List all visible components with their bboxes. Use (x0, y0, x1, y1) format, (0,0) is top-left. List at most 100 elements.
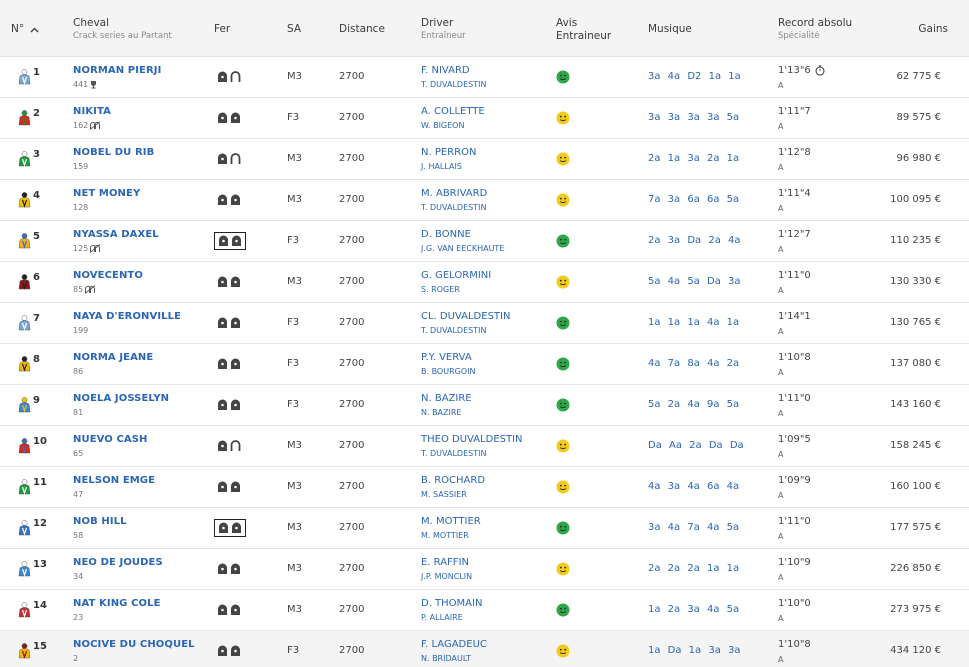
driver-link[interactable]: THEO DUVALDESTIN (421, 434, 523, 445)
fer-header[interactable]: Fer (214, 23, 230, 36)
musique-link[interactable]: 5a 4a 5a Da 3a (648, 276, 741, 287)
gains-header[interactable]: Gains (918, 23, 948, 36)
musique-link[interactable]: 2a 2a 2a 1a 1a (648, 563, 739, 574)
avis-neutral-icon (556, 644, 570, 658)
table-row[interactable]: 2 NIKITA 162 F3 2700 A. COLLETTE W. BIGE… (0, 98, 969, 139)
horse-name-link[interactable]: NELSON EMGE (73, 475, 155, 486)
table-row[interactable]: 12 NOB HILL 58 M3 2700 M. MOTTIER M. MOT… (0, 508, 969, 549)
table-row[interactable]: 3 NOBEL DU RIB 159 M3 2700 N. PERRON J. … (0, 139, 969, 180)
trainer-link[interactable]: W. BIGEON (421, 121, 464, 130)
trainer-link[interactable]: T. DUVALDESTIN (421, 326, 486, 335)
driver-link[interactable]: A. COLLETTE (421, 106, 485, 117)
musique-link[interactable]: 1a Da 1a 3a 3a (648, 645, 741, 656)
driver-link[interactable]: B. ROCHARD (421, 475, 485, 486)
table-row[interactable]: 13 NEO DE JOUDES 34 M3 2700 E. RAFFIN J.… (0, 549, 969, 590)
musique-link[interactable]: Da Aa 2a Da Da (648, 440, 744, 451)
driver-link[interactable]: CL. DUVALDESTIN (421, 311, 510, 322)
musique-header[interactable]: Musique (648, 23, 692, 36)
record-time: 1'12"7 (778, 229, 815, 240)
cheval-header[interactable]: Cheval Crack series au Partant (73, 17, 172, 43)
trainer-link[interactable]: T. DUVALDESTIN (421, 203, 486, 212)
musique-link[interactable]: 2a 1a 3a 2a 1a (648, 153, 739, 164)
table-row[interactable]: 10 NUEVO CASH 65 M3 2700 THEO DUVALDESTI… (0, 426, 969, 467)
trainer-link[interactable]: J.P. MONCLIN (421, 572, 472, 581)
horse-meta: 128 (73, 203, 89, 212)
musique-link[interactable]: 1a 1a 1a 4a 1a (648, 317, 739, 328)
record-time: 1'11"0 (778, 393, 815, 404)
table-row[interactable]: 6 NOVECENTO 85 M3 2700 G. GELORMINI S. R… (0, 262, 969, 303)
table-row[interactable]: 9 NOELA JOSSELYN 81 F3 2700 N. BAZIRE N.… (0, 385, 969, 426)
musique-link[interactable]: 3a 3a 3a 3a 5a (648, 112, 739, 123)
table-row[interactable]: 4 NET MONEY 128 M3 2700 M. ABRIVARD T. D… (0, 180, 969, 221)
speciality: A (778, 286, 784, 295)
musique-link[interactable]: 3a 4a 7a 4a 5a (648, 522, 739, 533)
shoe-closed-icon (232, 235, 241, 246)
table-row[interactable]: 14 NAT KING COLE 23 M3 2700 D. THOMAIN P… (0, 590, 969, 631)
record-value: 1'12"8 (778, 147, 811, 158)
musique-link[interactable]: 3a 4a D2 1a 1a (648, 71, 741, 82)
driver-link[interactable]: M. MOTTIER (421, 516, 481, 527)
driver-link[interactable]: D. BONNE (421, 229, 471, 240)
record-header[interactable]: Record absolu Spécialité (778, 17, 852, 43)
sort-num-header[interactable]: N° (11, 23, 39, 36)
sa-header[interactable]: SA (287, 23, 301, 36)
horse-meta: 86 (73, 367, 84, 376)
trainer-link[interactable]: M. SASSIER (421, 490, 467, 499)
horse-name-link[interactable]: NOVECENTO (73, 270, 143, 281)
horse-name-link[interactable]: NOELA JOSSELYN (73, 393, 169, 404)
driver-header[interactable]: Driver Entraîneur (421, 17, 466, 43)
driver-link[interactable]: F. NIVARD (421, 65, 470, 76)
horse-name-link[interactable]: NEO DE JOUDES (73, 557, 163, 568)
trainer-link[interactable]: J.G. VAN EECKHAUTE (421, 244, 504, 253)
trainer-link[interactable]: S. ROGER (421, 285, 460, 294)
trainer-link[interactable]: P. ALLAIRE (421, 613, 463, 622)
horse-name-link[interactable]: NOCIVE DU CHOQUEL (73, 639, 195, 650)
musique-link[interactable]: 1a 2a 3a 4a 5a (648, 604, 739, 615)
trainer-link[interactable]: B. BOURGOIN (421, 367, 475, 376)
driver-link[interactable]: N. PERRON (421, 147, 476, 158)
table-row[interactable]: 15 NOCIVE DU CHOQUEL 2 F3 2700 F. LAGADE… (0, 631, 969, 667)
horse-name-link[interactable]: NOBEL DU RIB (73, 147, 154, 158)
trainer-link[interactable]: N. BAZIRE (421, 408, 461, 417)
table-row[interactable]: 7 NAYA D'ERONVILLE 199 F3 2700 CL. DUVAL… (0, 303, 969, 344)
distance-header[interactable]: Distance (339, 23, 385, 36)
musique-link[interactable]: 4a 3a 4a 6a 4a (648, 481, 739, 492)
horse-name-link[interactable]: NET MONEY (73, 188, 140, 199)
driver-link[interactable]: N. BAZIRE (421, 393, 472, 404)
horse-name-link[interactable]: NYASSA DAXEL (73, 229, 159, 240)
horse-name-link[interactable]: NAYA D'ERONVILLE (73, 311, 181, 322)
cheval-header-label: Cheval (73, 17, 110, 29)
horse-name-link[interactable]: NORMA JEANE (73, 352, 153, 363)
avis-header[interactable]: Avis Entraineur (556, 17, 611, 43)
record-value: 1'11"0 (778, 270, 811, 281)
horse-name-link[interactable]: NUEVO CASH (73, 434, 148, 445)
horse-name-link[interactable]: NORMAN PIERJI (73, 65, 161, 76)
record-time: 1'12"8 (778, 147, 815, 158)
table-row[interactable]: 8 NORMA JEANE 86 F3 2700 P.Y. VERVA B. B… (0, 344, 969, 385)
driver-link[interactable]: D. THOMAIN (421, 598, 482, 609)
driver-link[interactable]: M. ABRIVARD (421, 188, 487, 199)
driver-link[interactable]: F. LAGADEUC (421, 639, 487, 650)
trainer-link[interactable]: T. DUVALDESTIN (421, 449, 486, 458)
horse-name-link[interactable]: NAT KING COLE (73, 598, 161, 609)
trainer-link[interactable]: J. HALLAIS (421, 162, 462, 171)
musique-link[interactable]: 2a 3a Da 2a 4a (648, 235, 741, 246)
driver-link[interactable]: G. GELORMINI (421, 270, 491, 281)
table-row[interactable]: 5 NYASSA DAXEL 125 F3 2700 D. BONNE J.G.… (0, 221, 969, 262)
trainer-link[interactable]: M. MOTTIER (421, 531, 469, 540)
table-row[interactable]: 1 NORMAN PIERJI 441 M3 2700 F. NIVARD T.… (0, 57, 969, 98)
horse-name-link[interactable]: NOB HILL (73, 516, 127, 527)
driver-link[interactable]: P.Y. VERVA (421, 352, 472, 363)
musique-link[interactable]: 4a 7a 8a 4a 2a (648, 358, 739, 369)
trainer-link[interactable]: T. DUVALDESTIN (421, 80, 486, 89)
musique-link[interactable]: 5a 2a 4a 9a 5a (648, 399, 739, 410)
trainer-link[interactable]: N. BRIDAULT (421, 654, 471, 663)
musique-link[interactable]: 7a 3a 6a 6a 5a (648, 194, 739, 205)
horse-name-link[interactable]: NIKITA (73, 106, 111, 117)
driver-link[interactable]: E. RAFFIN (421, 557, 469, 568)
jockey-silk-icon (18, 110, 31, 126)
horse-meta: 199 (73, 326, 89, 335)
horse-meta: 162 (73, 121, 101, 130)
record-value: 1'09"5 (778, 434, 811, 445)
table-row[interactable]: 11 NELSON EMGE 47 M3 2700 B. ROCHARD M. … (0, 467, 969, 508)
